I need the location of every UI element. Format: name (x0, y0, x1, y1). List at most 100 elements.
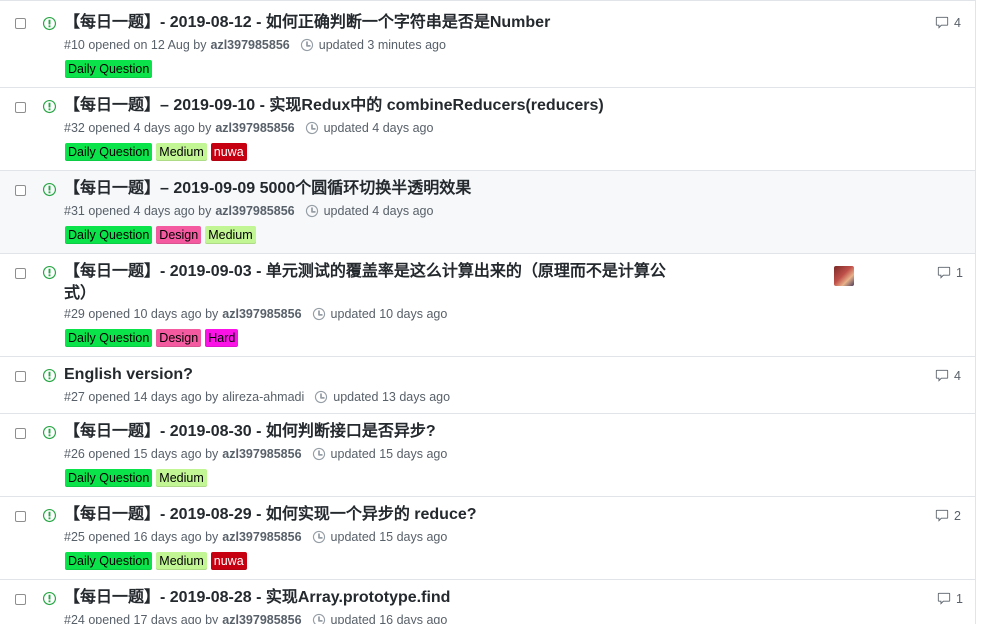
issue-opened-text: #27 opened 14 days ago by (64, 390, 219, 404)
comment-icon (937, 592, 951, 605)
issue-opened-text: #29 opened 10 days ago by (64, 307, 219, 321)
label-daily-question[interactable]: Daily Question (65, 143, 153, 161)
issue-updated-text: updated 10 days ago (330, 307, 448, 321)
issue-title-link[interactable]: 【每日一题】- 2019-08-12 - 如何正确判断一个字符串是否是Numbe… (64, 12, 694, 34)
issue-updated-text: updated 16 days ago (330, 613, 448, 624)
issue-opened-text: #25 opened 16 days ago by (64, 530, 219, 544)
label-medium[interactable]: Medium (156, 143, 207, 161)
clock-icon (315, 390, 328, 404)
issue-labels: Daily Question Design Medium (65, 226, 256, 244)
issue-meta: #32 opened 4 days ago by azl397985856 up… (64, 121, 433, 135)
issue-list: 【每日一题】- 2019-08-12 - 如何正确判断一个字符串是否是Numbe… (0, 0, 976, 624)
comment-count: 2 (954, 509, 961, 523)
comment-count: 1 (956, 266, 963, 280)
issue-author-link[interactable]: azl397985856 (215, 204, 294, 218)
issue-updated-text: updated 15 days ago (330, 447, 448, 461)
assignee-avatar[interactable] (834, 266, 854, 286)
label-nuwa[interactable]: nuwa (210, 552, 247, 570)
issue-meta: #31 opened 4 days ago by azl397985856 up… (64, 204, 433, 218)
issue-author-link[interactable]: azl397985856 (211, 38, 290, 52)
label-daily-question[interactable]: Daily Question (65, 329, 153, 347)
issue-opened-icon (42, 425, 57, 440)
issue-title-link[interactable]: 【每日一题】- 2019-08-30 - 如何判断接口是否异步? (64, 421, 694, 443)
issue-opened-icon (42, 591, 57, 606)
issue-row: 【每日一题】- 2019-08-12 - 如何正确判断一个字符串是否是Numbe… (0, 1, 975, 88)
label-design[interactable]: Design (156, 329, 202, 347)
issue-opened-text: #31 opened 4 days ago by (64, 204, 212, 218)
issue-meta: #25 opened 16 days ago by azl397985856 u… (64, 530, 447, 544)
issue-author-link[interactable]: alireza-ahmadi (222, 390, 304, 404)
issue-title-link[interactable]: English version? (64, 364, 694, 386)
label-medium[interactable]: Medium (156, 469, 207, 487)
issue-row: 【每日一题】- 2019-08-28 - 实现Array.prototype.f… (0, 580, 975, 624)
issue-checkbox[interactable] (15, 594, 26, 605)
issue-meta: #10 opened on 12 Aug by azl397985856 upd… (64, 38, 446, 52)
issue-row: 【每日一题】- 2019-09-03 - 单元测试的覆盖率是这么计算出来的（原理… (0, 254, 975, 357)
issue-labels: Daily Question Design Hard (65, 329, 239, 347)
issue-labels: Daily Question (65, 60, 153, 78)
issue-labels: Daily Question Medium nuwa (65, 552, 247, 570)
issue-row: 【每日一题】- 2019-08-30 - 如何判断接口是否异步? #26 ope… (0, 414, 975, 497)
comment-icon (937, 266, 951, 279)
issue-title-link[interactable]: 【每日一题】- 2019-08-29 - 如何实现一个异步的 reduce? (64, 504, 694, 526)
clock-icon (305, 204, 318, 218)
issue-opened-icon (42, 265, 57, 280)
issue-comments-link[interactable]: 1 (936, 592, 963, 606)
issue-checkbox[interactable] (15, 511, 26, 522)
label-hard[interactable]: Hard (205, 329, 239, 347)
comment-icon (935, 16, 949, 29)
issue-opened-text: #10 opened on 12 Aug by (64, 38, 207, 52)
issue-opened-icon (42, 182, 57, 197)
issue-author-link[interactable]: azl397985856 (222, 530, 301, 544)
issue-checkbox[interactable] (15, 185, 26, 196)
issue-checkbox[interactable] (15, 18, 26, 29)
issue-checkbox[interactable] (15, 268, 26, 279)
issue-comments-link[interactable]: 1 (936, 266, 963, 280)
issue-meta: #29 opened 10 days ago by azl397985856 u… (64, 307, 447, 321)
issue-meta: #27 opened 14 days ago by alireza-ahmadi… (64, 390, 450, 404)
comment-count: 4 (954, 16, 961, 30)
comment-count: 1 (956, 592, 963, 606)
issue-updated-text: updated 13 days ago (333, 390, 451, 404)
issue-checkbox[interactable] (15, 102, 26, 113)
issue-opened-icon (42, 16, 57, 31)
clock-icon (312, 447, 325, 461)
issue-row: 【每日一题】– 2019-09-10 - 实现Redux中的 combineRe… (0, 88, 975, 171)
issue-opened-text: #32 opened 4 days ago by (64, 121, 212, 135)
issue-meta: #24 opened 17 days ago by azl397985856 u… (64, 613, 447, 624)
issue-opened-icon (42, 368, 57, 383)
issue-comments-link[interactable]: 4 (934, 16, 961, 30)
label-daily-question[interactable]: Daily Question (65, 60, 153, 78)
label-nuwa[interactable]: nuwa (210, 143, 247, 161)
label-daily-question[interactable]: Daily Question (65, 469, 153, 487)
issue-checkbox[interactable] (15, 428, 26, 439)
clock-icon (312, 613, 325, 624)
issue-opened-icon (42, 99, 57, 114)
issue-title-link[interactable]: 【每日一题】– 2019-09-09 5000个圆循环切换半透明效果 (64, 178, 694, 200)
comment-icon (935, 369, 949, 382)
label-medium[interactable]: Medium (156, 552, 207, 570)
issue-author-link[interactable]: azl397985856 (222, 447, 301, 461)
label-daily-question[interactable]: Daily Question (65, 552, 153, 570)
comment-count: 4 (954, 369, 961, 383)
clock-icon (312, 307, 325, 321)
issue-labels: Daily Question Medium (65, 469, 207, 487)
issue-title-link[interactable]: 【每日一题】– 2019-09-10 - 实现Redux中的 combineRe… (64, 95, 694, 117)
issue-row: 【每日一题】- 2019-08-29 - 如何实现一个异步的 reduce? #… (0, 497, 975, 580)
label-medium[interactable]: Medium (205, 226, 256, 244)
issue-author-link[interactable]: azl397985856 (215, 121, 294, 135)
issue-author-link[interactable]: azl397985856 (222, 307, 301, 321)
label-daily-question[interactable]: Daily Question (65, 226, 153, 244)
issue-comments-link[interactable]: 2 (934, 509, 961, 523)
issue-checkbox[interactable] (15, 371, 26, 382)
clock-icon (305, 121, 318, 135)
issue-title-link[interactable]: 【每日一题】- 2019-09-03 - 单元测试的覆盖率是这么计算出来的（原理… (64, 261, 689, 305)
issue-opened-text: #24 opened 17 days ago by (64, 613, 219, 624)
issue-updated-text: updated 4 days ago (323, 204, 434, 218)
issue-comments-link[interactable]: 4 (934, 369, 961, 383)
issue-updated-text: updated 4 days ago (323, 121, 434, 135)
issue-author-link[interactable]: azl397985856 (222, 613, 301, 624)
issue-row: 【每日一题】– 2019-09-09 5000个圆循环切换半透明效果 #31 o… (0, 171, 975, 254)
issue-title-link[interactable]: 【每日一题】- 2019-08-28 - 实现Array.prototype.f… (64, 587, 694, 609)
label-design[interactable]: Design (156, 226, 202, 244)
